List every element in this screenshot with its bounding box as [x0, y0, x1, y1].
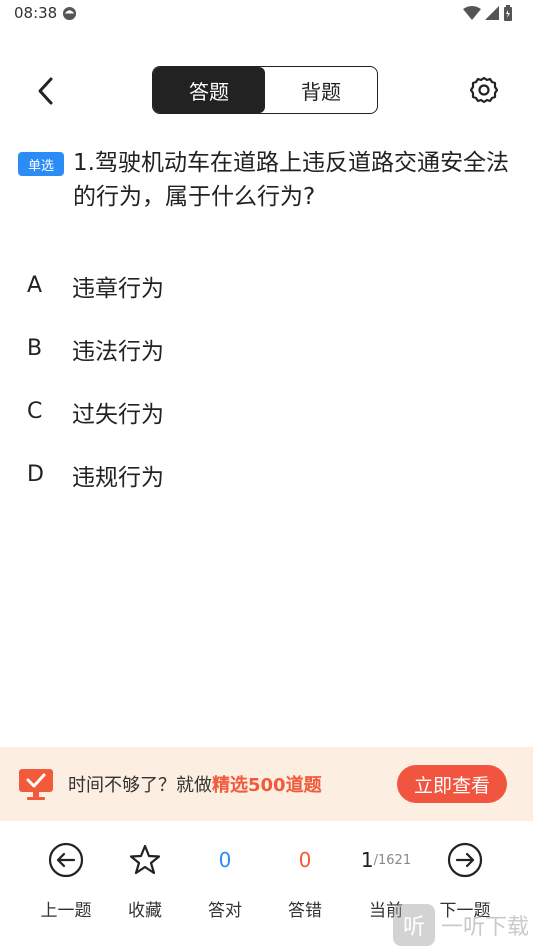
option-d[interactable]: D 违规行为 — [0, 443, 533, 506]
total-number: /1621 — [373, 852, 412, 868]
status-time: 08:38 — [14, 4, 58, 22]
option-text: 违规行为 — [72, 464, 164, 491]
option-c[interactable]: C 过失行为 — [0, 380, 533, 443]
promo-text-highlight: 精选500道题 — [212, 775, 322, 796]
option-letter: A — [27, 273, 43, 298]
correct-stat[interactable]: 0 答对 — [185, 838, 265, 921]
arrow-right-circle-icon — [447, 842, 483, 878]
prev-question-button[interactable]: 上一题 — [26, 838, 106, 921]
promo-text-prefix: 时间不够了？就做 — [68, 775, 212, 796]
correct-label: 答对 — [208, 901, 242, 921]
chevron-left-icon — [38, 77, 53, 105]
question-text: 1.驾驶机动车在道路上违反道路交通安全法的行为，属于什么行为? — [73, 150, 509, 210]
mode-segment: 答题 背题 — [152, 66, 378, 114]
question: 单选 1.驾驶机动车在道路上违反道路交通安全法的行为，属于什么行为? — [18, 146, 511, 214]
arrow-left-circle-icon — [48, 842, 84, 878]
star-icon — [129, 844, 161, 875]
watermark: 听 一听下载 — [392, 904, 529, 946]
option-letter: D — [27, 462, 44, 487]
wifi-icon — [463, 6, 481, 20]
battery-icon — [504, 5, 512, 21]
signal-icon — [485, 6, 499, 20]
view-now-button[interactable]: 立即查看 — [397, 765, 507, 803]
wrong-label: 答错 — [288, 901, 322, 921]
option-b[interactable]: B 违法行为 — [0, 317, 533, 380]
option-text: 违法行为 — [72, 338, 164, 365]
option-text: 违章行为 — [72, 275, 164, 302]
wrong-stat[interactable]: 0 答错 — [265, 838, 345, 921]
prev-label: 上一题 — [40, 901, 92, 921]
current-number: 1 — [360, 848, 374, 872]
watermark-logo: 听 — [392, 904, 435, 946]
top-nav: 答题 背题 — [0, 66, 533, 116]
status-icons — [463, 5, 513, 21]
progress-counter: 1/1621 — [361, 838, 411, 882]
option-a[interactable]: A 违章行为 — [0, 254, 533, 317]
favorite-button[interactable]: 收藏 — [105, 838, 185, 921]
option-letter: C — [27, 399, 43, 424]
favorite-label: 收藏 — [128, 901, 162, 921]
settings-button[interactable] — [468, 74, 500, 106]
promo-banner: 时间不够了？就做精选500道题 立即查看 — [0, 747, 533, 821]
tab-study[interactable]: 背题 — [265, 67, 377, 113]
wrong-count: 0 — [298, 848, 312, 872]
tab-answer[interactable]: 答题 — [153, 67, 265, 113]
option-letter: B — [27, 336, 43, 361]
watermark-text: 一听下载 — [440, 915, 529, 940]
question-type-badge: 单选 — [18, 152, 64, 176]
option-text: 过失行为 — [72, 401, 164, 428]
gear-icon — [470, 76, 498, 104]
options-list: A 违章行为 B 违法行为 C 过失行为 D 违规行为 — [0, 254, 533, 506]
correct-count: 0 — [218, 848, 232, 872]
promo-text: 时间不够了？就做精选500道题 — [68, 771, 322, 797]
app-notification-icon — [62, 6, 77, 21]
back-button[interactable] — [28, 74, 62, 108]
monitor-check-icon — [19, 769, 53, 800]
status-bar: 08:38 — [0, 0, 533, 28]
